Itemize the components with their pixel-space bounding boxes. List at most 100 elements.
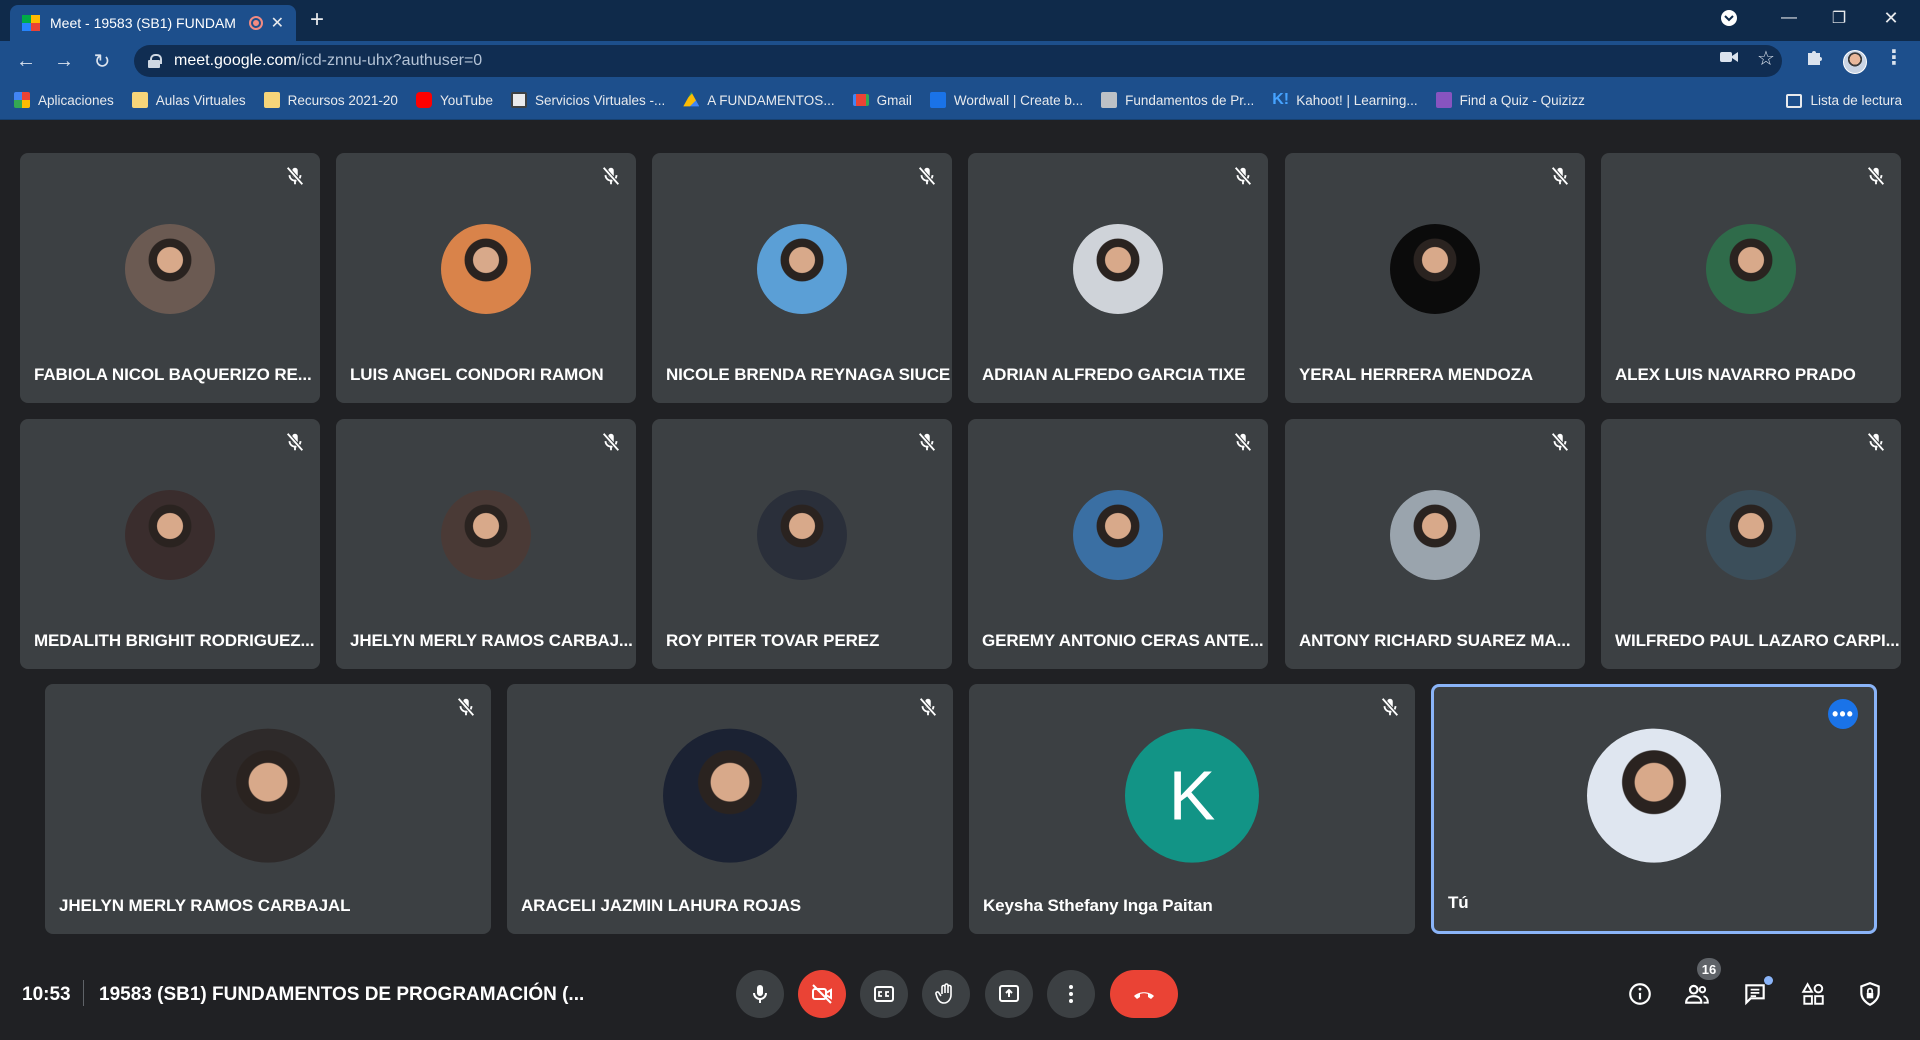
bookmark-aulas-virtuales[interactable]: Aulas Virtuales (131, 92, 246, 108)
participant-name: Tú (1448, 893, 1469, 912)
activities-button[interactable] (1795, 976, 1831, 1012)
new-tab-icon[interactable]: + (310, 6, 324, 34)
camera-off-icon (812, 984, 832, 1004)
divider (83, 980, 84, 1006)
mic-muted-icon (916, 431, 938, 453)
mic-muted-icon (917, 696, 939, 718)
window-close-icon[interactable]: ✕ (1868, 0, 1914, 36)
camera-in-use-icon[interactable] (1720, 49, 1738, 69)
profile-avatar[interactable] (1843, 50, 1867, 74)
apps-grid-icon (14, 92, 30, 108)
participant-tile[interactable]: GEREMY ANTONIO CERAS ANTE... (968, 419, 1268, 669)
participant-tile[interactable]: K Keysha Sthefany Inga Paitan (969, 684, 1415, 934)
bookmark-star-icon[interactable]: ☆ (1757, 46, 1775, 71)
host-controls-button[interactable] (1852, 976, 1888, 1012)
captions-button[interactable] (860, 970, 908, 1018)
participants-button[interactable] (1679, 976, 1715, 1012)
hand-icon (935, 983, 952, 1004)
participant-tile[interactable]: WILFREDO PAUL LAZARO CARPI... (1601, 419, 1901, 669)
mic-muted-icon (1379, 696, 1401, 718)
meeting-clock: 10:53 (22, 984, 71, 1005)
mic-muted-icon (1549, 165, 1571, 187)
chrome-menu-icon[interactable]: ⋮ (1884, 45, 1904, 70)
forward-icon[interactable]: → (50, 47, 78, 75)
participant-avatar (441, 224, 531, 314)
participant-tile[interactable]: YERAL HERRERA MENDOZA (1285, 153, 1585, 403)
participant-tile[interactable]: ADRIAN ALFREDO GARCIA TIXE (968, 153, 1268, 403)
bookmark-recursos[interactable]: Recursos 2021-20 (263, 92, 398, 108)
bookmark-quizizz[interactable]: Find a Quiz - Quizizz (1435, 92, 1585, 108)
leave-call-button[interactable] (1110, 970, 1178, 1018)
participant-tile[interactable]: NICOLE BRENDA REYNAGA SIUCE (652, 153, 952, 403)
address-bar[interactable]: meet.google.com/icd-znnu-uhx?authuser=0 (134, 45, 1782, 77)
participant-tile[interactable]: JHELYN MERLY RAMOS CARBAJ... (336, 419, 636, 669)
participant-name: LUIS ANGEL CONDORI RAMON (350, 365, 604, 384)
participant-tile[interactable]: ANTONY RICHARD SUAREZ MA... (1285, 419, 1585, 669)
raise-hand-button[interactable] (922, 970, 970, 1018)
info-icon (1629, 983, 1651, 1005)
bookmark-servicios-virtuales[interactable]: Servicios Virtuales -... (511, 92, 665, 108)
mic-muted-icon (1865, 165, 1887, 187)
quizizz-icon (1435, 92, 1452, 108)
participant-name: FABIOLA NICOL BAQUERIZO RE... (34, 365, 312, 384)
meeting-details-button[interactable] (1622, 976, 1658, 1012)
minimize-icon[interactable]: — (1766, 0, 1812, 36)
reload-icon[interactable]: ↻ (88, 47, 116, 75)
folder-icon (131, 92, 148, 108)
participant-tile[interactable]: FABIOLA NICOL BAQUERIZO RE... (20, 153, 320, 403)
back-icon[interactable]: ← (12, 47, 40, 75)
bookmark-wordwall[interactable]: Wordwall | Create b... (929, 92, 1083, 108)
participant-tile-self[interactable]: ••• Tú (1431, 684, 1877, 934)
meeting-title: 19583 (SB1) FUNDAMENTOS DE PROGRAMACIÓN … (99, 984, 585, 1005)
participant-name: NICOLE BRENDA REYNAGA SIUCE (666, 365, 951, 384)
more-options-button[interactable] (1047, 970, 1095, 1018)
participant-tile[interactable]: JHELYN MERLY RAMOS CARBAJAL (45, 684, 491, 934)
mic-muted-icon (600, 165, 622, 187)
browser-tab-meet[interactable]: Meet - 19583 (SB1) FUNDAM ✕ (10, 5, 296, 41)
camera-off-button[interactable] (798, 970, 846, 1018)
participant-avatar (1587, 728, 1721, 863)
participant-tile[interactable]: LUIS ANGEL CONDORI RAMON (336, 153, 636, 403)
mic-muted-icon (1232, 431, 1254, 453)
bookmark-kahoot[interactable]: K! Kahoot! | Learning... (1272, 92, 1417, 108)
participant-tile[interactable]: MEDALITH BRIGHIT RODRIGUEZ... (20, 419, 320, 669)
bookmark-youtube[interactable]: YouTube (415, 92, 493, 108)
mic-muted-icon (284, 431, 306, 453)
participant-name: JHELYN MERLY RAMOS CARBAJ... (350, 631, 633, 650)
participant-tile[interactable]: ROY PITER TOVAR PEREZ (652, 419, 952, 669)
participant-tile[interactable]: ARACELI JAZMIN LAHURA ROJAS (507, 684, 953, 934)
tab-close-icon[interactable]: ✕ (271, 13, 284, 33)
participant-avatar (125, 224, 215, 314)
participant-name: JHELYN MERLY RAMOS CARBAJAL (59, 896, 351, 915)
participant-avatar (1073, 224, 1163, 314)
wordwall-icon (929, 92, 946, 108)
chat-unread-dot (1764, 976, 1773, 985)
folder-icon (263, 92, 280, 108)
bookmark-gmail[interactable]: Gmail (852, 93, 912, 108)
closed-captions-icon (874, 986, 894, 1002)
shield-lock-icon (1860, 982, 1880, 1007)
participant-avatar (1073, 490, 1163, 580)
reading-list[interactable]: Lista de lectura (1786, 81, 1902, 120)
participant-name: ARACELI JAZMIN LAHURA ROJAS (521, 896, 802, 915)
microphone-icon (753, 985, 767, 1003)
restore-icon[interactable]: ❐ (1816, 0, 1862, 36)
microphone-button[interactable] (736, 970, 784, 1018)
present-screen-button[interactable] (985, 970, 1033, 1018)
bookmark-fundamentos-pr[interactable]: Fundamentos de Pr... (1101, 92, 1254, 108)
activities-shapes-icon (1801, 982, 1824, 1005)
participant-name: WILFREDO PAUL LAZARO CARPI... (1615, 631, 1900, 650)
mic-muted-icon (284, 165, 306, 187)
bookmark-aplicaciones[interactable]: Aplicaciones (14, 92, 114, 108)
participant-name: GEREMY ANTONIO CERAS ANTE... (982, 631, 1264, 650)
bookmark-fundamentos-drive[interactable]: A FUNDAMENTOS... (683, 92, 835, 108)
kahoot-icon: K! (1272, 91, 1290, 108)
tab-search-icon[interactable] (1714, 0, 1744, 36)
participant-tile[interactable]: ALEX LUIS NAVARRO PRADO (1601, 153, 1901, 403)
tile-more-options-icon[interactable]: ••• (1828, 699, 1858, 729)
participant-avatar (201, 728, 335, 863)
extensions-icon[interactable] (1805, 47, 1825, 72)
bookmarks-bar: Aplicaciones Aulas Virtuales Recursos 20… (0, 81, 1920, 120)
gmail-icon (852, 94, 869, 106)
participant-name: ANTONY RICHARD SUAREZ MA... (1299, 631, 1571, 650)
